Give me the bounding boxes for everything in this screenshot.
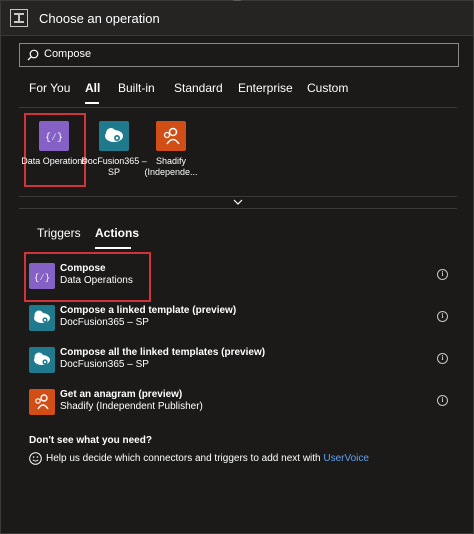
tab-all[interactable]: All: [85, 81, 100, 95]
feedback-line: Help us decide which connectors and trig…: [29, 452, 369, 465]
tabs-divider: [19, 107, 457, 108]
tab-for-you[interactable]: For You: [29, 81, 70, 95]
tab-actions[interactable]: Actions: [95, 226, 139, 240]
action-subtitle: DocFusion365 – SP: [60, 359, 149, 370]
shadify-icon: [29, 389, 55, 415]
panel-title: Choose an operation: [39, 11, 160, 26]
data-operations-icon: {⁄}: [39, 121, 69, 151]
search-icon: [27, 49, 39, 61]
tab-custom[interactable]: Custom: [307, 81, 348, 95]
action-get-anagram[interactable]: Get an anagram (preview) Shadify (Indepe…: [29, 387, 449, 421]
uservoice-link[interactable]: UserVoice: [323, 453, 369, 464]
svg-text:{⁄}: {⁄}: [45, 132, 63, 144]
missing-heading: Don't see what you need?: [29, 435, 152, 446]
action-subtitle: Data Operations: [60, 275, 133, 286]
action-title: Compose all the linked templates (previe…: [60, 347, 266, 358]
info-icon[interactable]: i: [437, 269, 448, 280]
action-title: Compose: [60, 263, 106, 274]
connector-shadify[interactable]: Shadify (Independe...: [137, 121, 205, 178]
active-tab-indicator: [85, 102, 99, 104]
connectors-divider: [19, 196, 457, 197]
tab-built-in[interactable]: Built-in: [118, 81, 155, 95]
search-input[interactable]: Compose: [19, 43, 459, 67]
connector-icon: [10, 9, 28, 27]
action-title: Compose a linked template (preview): [60, 305, 237, 316]
info-icon[interactable]: i: [437, 353, 448, 364]
shadify-icon: [156, 121, 186, 151]
action-compose-all-linked-templates[interactable]: Compose all the linked templates (previe…: [29, 345, 449, 379]
cloud-gear-icon: [29, 305, 55, 331]
connector-label: Data Operations: [21, 156, 87, 166]
search-value: Compose: [44, 48, 92, 60]
connector-label: Shadify (Independe...: [144, 156, 198, 177]
active-subtab-indicator: [95, 247, 131, 249]
connector-data-operations[interactable]: {⁄} Data Operations: [20, 121, 88, 167]
choose-operation-panel: Choose an operation Compose For You All …: [0, 0, 474, 534]
feedback-text: Help us decide which connectors and trig…: [46, 453, 324, 465]
smiley-icon: [29, 452, 42, 465]
info-icon[interactable]: i: [437, 311, 448, 322]
data-operations-icon: {⁄}: [29, 263, 55, 289]
info-icon[interactable]: i: [437, 395, 448, 406]
action-title: Get an anagram (preview): [60, 389, 183, 400]
action-subtitle: Shadify (Independent Publisher): [60, 401, 203, 412]
svg-text:{⁄}: {⁄}: [34, 273, 50, 283]
action-subtitle: DocFusion365 – SP: [60, 317, 149, 328]
tab-standard[interactable]: Standard: [174, 81, 223, 95]
cloud-gear-icon: [29, 347, 55, 373]
action-compose[interactable]: {⁄} Compose Data Operations i: [29, 261, 449, 295]
cloud-gear-icon: [99, 121, 129, 151]
section-divider: [19, 208, 457, 209]
tab-triggers[interactable]: Triggers: [37, 226, 81, 240]
chevron-down-icon[interactable]: [233, 199, 243, 205]
action-compose-linked-template[interactable]: Compose a linked template (preview) DocF…: [29, 303, 449, 337]
panel-header: Choose an operation: [1, 1, 473, 36]
tab-enterprise[interactable]: Enterprise: [238, 81, 293, 95]
